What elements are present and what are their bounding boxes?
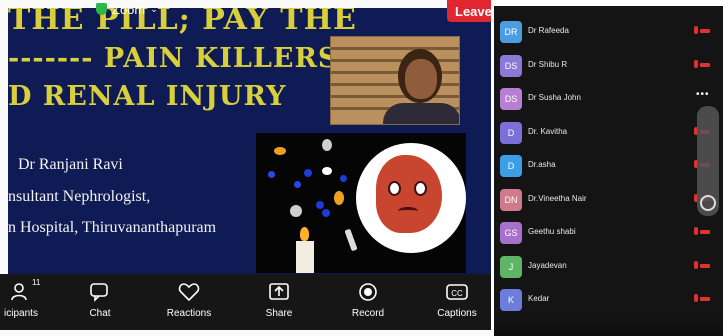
share-label: Share: [265, 308, 293, 319]
participant-row[interactable]: DS Dr Susha John •••: [494, 83, 723, 116]
avatar: GS: [500, 222, 522, 244]
presenter-name: Dr Ranjani Ravi: [18, 156, 123, 173]
record-button[interactable]: Record: [333, 282, 403, 319]
participants-panel: DR Dr Rafeeda DS Dr Shibu R DS Dr Susha John •…: [494, 6, 723, 336]
cc-icon: CC: [446, 282, 468, 302]
captions-label: Captions: [437, 308, 477, 319]
participant-row[interactable]: DR Dr Rafeeda: [494, 16, 723, 49]
muted-mic-icon: [691, 226, 711, 240]
avatar: DS: [500, 54, 522, 77]
svg-text:CC: CC: [451, 289, 463, 298]
muted-mic-icon: [691, 293, 711, 307]
slide-title-line-2: ------- PAIN KILLERS: [8, 43, 339, 74]
avatar: DN: [500, 188, 522, 211]
meeting-info[interactable]: Zoom ⌄: [96, 0, 158, 18]
muted-mic-icon: [691, 25, 711, 39]
phone-icon: [700, 195, 716, 211]
participant-row[interactable]: DS Dr Shibu R: [494, 50, 723, 83]
speaker-body: [383, 103, 459, 124]
participants-button[interactable]: 11 icipants: [0, 278, 56, 319]
participant-row[interactable]: GS Geethu shabi: [494, 217, 723, 250]
participants-label: icipants: [4, 308, 38, 319]
heart-icon: [178, 282, 200, 302]
participant-row[interactable]: DN Dr.Vineetha Nair: [494, 184, 723, 217]
avatar: K: [500, 289, 522, 311]
participant-name: Dr Susha John: [528, 93, 581, 102]
participant-name: Kedar: [528, 294, 550, 303]
record-label: Record: [351, 308, 385, 319]
slide-title-line-1: THE PILL; PAY THE: [8, 8, 357, 37]
app-name: Zoom: [112, 1, 146, 17]
leave-button[interactable]: Leave: [447, 0, 491, 22]
reactions-label: Reactions: [166, 308, 212, 319]
avatar: DS: [500, 88, 522, 110]
muted-mic-icon: [691, 260, 711, 274]
participant-name: Dr.asha: [528, 160, 556, 169]
avatar: D: [500, 121, 522, 144]
record-icon: [357, 282, 379, 302]
muted-mic-icon: [691, 59, 711, 73]
shield-icon: [96, 3, 107, 15]
avatar: DR: [500, 21, 522, 43]
participant-name: Jayadevan: [528, 260, 567, 270]
share-button[interactable]: Share: [244, 282, 314, 319]
meeting-screen: THE PILL; PAY THE ------- PAIN KILLERS D…: [0, 0, 491, 336]
avatar: D: [500, 155, 522, 177]
participant-name: Dr. Kavitha: [528, 126, 568, 136]
presenter-hospital: n Hospital, Thiruvananthapuram: [8, 219, 217, 236]
avatar: J: [500, 255, 522, 278]
participant-name: Dr Shibu R: [528, 59, 568, 69]
reactions-button[interactable]: Reactions: [154, 282, 224, 319]
share-icon: [268, 282, 290, 302]
chat-label: Chat: [89, 308, 111, 319]
more-options-icon[interactable]: •••: [696, 89, 710, 100]
participants-count: 11: [32, 278, 41, 287]
chat-button[interactable]: Chat: [65, 282, 135, 319]
chat-icon: [89, 282, 111, 302]
chevron-down-icon: ⌄: [150, 3, 158, 14]
participant-row[interactable]: D Dr. Kavitha: [494, 117, 723, 150]
speaker-face: [405, 59, 437, 99]
participant-name: Geethu shabi: [528, 227, 576, 236]
slide-title-line-3: D RENAL INJURY: [8, 81, 287, 112]
participant-row[interactable]: J Jayadevan: [494, 251, 723, 284]
sad-kidney-pills-image: [256, 133, 466, 273]
meeting-toolbar: 11 icipants Chat Reactions Share Record …: [0, 274, 491, 330]
participant-name: Dr Rafeeda: [528, 26, 569, 35]
captions-button[interactable]: CC Captions: [422, 282, 491, 319]
kidney-character: [376, 155, 442, 233]
participants-icon: 11: [10, 278, 40, 302]
speaker-video-tile[interactable]: [330, 36, 460, 125]
participant-row[interactable]: K Kedar: [494, 284, 723, 317]
participant-row[interactable]: D Dr.asha: [494, 150, 723, 183]
presenter-role: nsultant Nephrologist,: [8, 188, 151, 205]
participant-name: Dr.Vineetha Nair: [528, 193, 587, 203]
